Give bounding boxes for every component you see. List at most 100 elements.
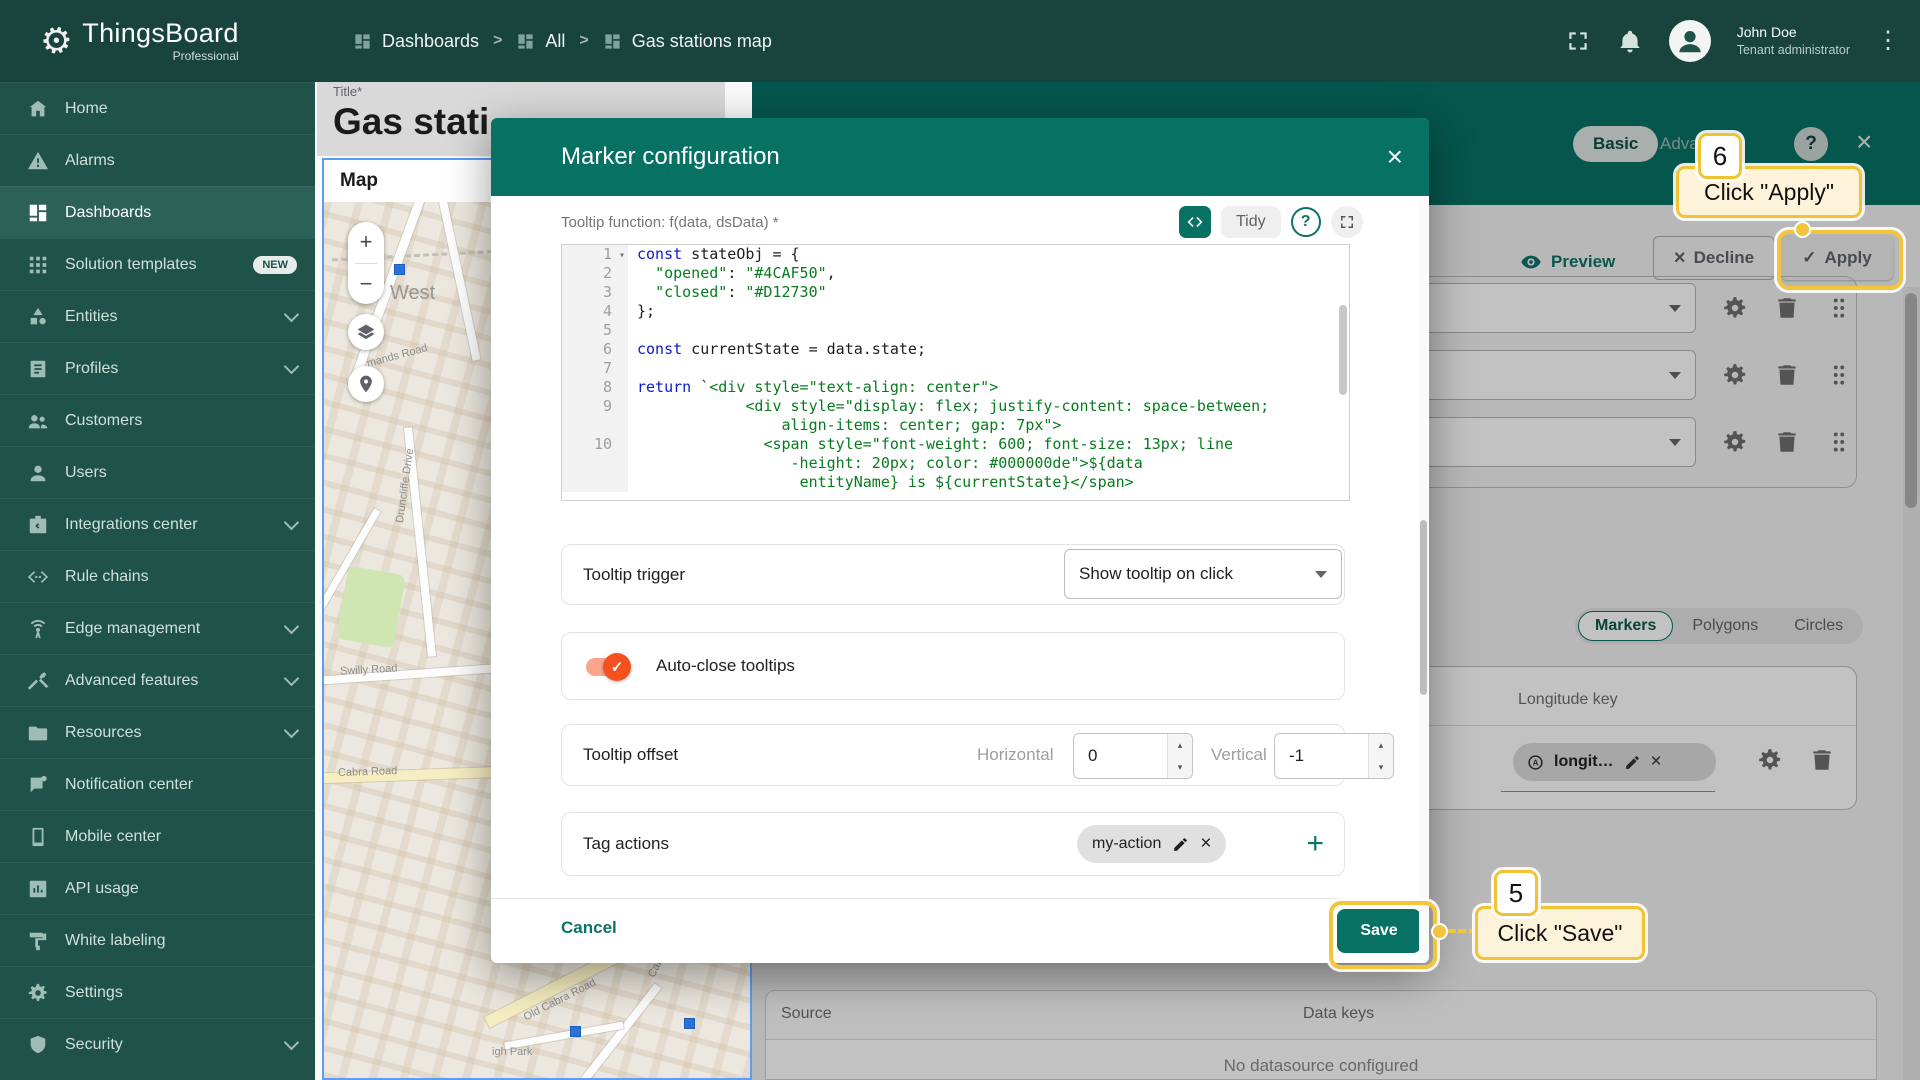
code-lines: 1▾ const stateObj = { 2 "opened": "#4CAF… bbox=[562, 245, 1349, 492]
tooltip-trigger-label: Tooltip trigger bbox=[583, 565, 685, 585]
dialog-header: Marker configuration × bbox=[491, 118, 1429, 196]
horizontal-offset-input[interactable]: 0 ▴▾ bbox=[1073, 733, 1193, 779]
user-role: Tenant administrator bbox=[1737, 42, 1850, 59]
sidebar-item-security[interactable]: Security bbox=[0, 1018, 315, 1070]
breadcrumb-gas-stations-map[interactable]: Gas stations map bbox=[603, 31, 772, 52]
fullscreen-icon[interactable] bbox=[1565, 28, 1591, 54]
code-line: 10 <span style="font-weight: 600; font-s… bbox=[562, 435, 1349, 454]
code-line: 3 "closed": "#D12730" bbox=[562, 283, 1349, 302]
tools-icon bbox=[27, 670, 49, 692]
dash-icon bbox=[27, 202, 49, 224]
sidebar-item-integrations-center[interactable]: Integrations center bbox=[0, 498, 315, 550]
tooltip-offset-label: Tooltip offset bbox=[583, 745, 678, 765]
dialog-scrollbar[interactable] bbox=[1419, 200, 1428, 960]
code-line: 4 }; bbox=[562, 302, 1349, 321]
annotation-dot bbox=[1431, 923, 1448, 940]
breadcrumb-dashboards[interactable]: Dashboards bbox=[353, 31, 479, 52]
map-layers-button[interactable] bbox=[348, 314, 384, 350]
tag-action-chip[interactable]: my-action × bbox=[1077, 825, 1226, 863]
stepper-up-icon[interactable]: ▴ bbox=[1369, 734, 1393, 756]
sidebar-item-customers[interactable]: Customers bbox=[0, 394, 315, 446]
sidebar-item-api-usage[interactable]: API usage bbox=[0, 862, 315, 914]
editor-scrollbar[interactable] bbox=[1339, 305, 1347, 395]
map-marker[interactable] bbox=[394, 264, 405, 275]
map-marker[interactable] bbox=[570, 1026, 581, 1037]
sidebar-item-dashboards[interactable]: Dashboards bbox=[0, 186, 315, 238]
auto-close-toggle[interactable]: ✓ bbox=[586, 658, 628, 676]
chevron-down-icon bbox=[1315, 571, 1327, 578]
users-icon bbox=[27, 462, 49, 484]
entities-icon bbox=[27, 306, 49, 328]
sidebar-item-entities[interactable]: Entities bbox=[0, 290, 315, 342]
editor-fullscreen-icon[interactable] bbox=[1331, 206, 1363, 238]
mobile-icon bbox=[27, 826, 49, 848]
zoom-in-button[interactable]: + bbox=[348, 222, 384, 263]
rules-icon bbox=[27, 566, 49, 588]
code-line: 7 bbox=[562, 359, 1349, 378]
map-pin-button[interactable] bbox=[348, 366, 384, 402]
sidebar-nav: Home Alarms Dashboards Solution template… bbox=[0, 82, 315, 1070]
logo-gear-icon: ⚙ bbox=[35, 17, 76, 66]
edge-icon bbox=[27, 618, 49, 640]
vertical-offset-input[interactable]: -1 ▴▾ bbox=[1274, 733, 1394, 779]
code-brackets-icon[interactable] bbox=[1179, 206, 1211, 238]
breadcrumb-all[interactable]: All bbox=[516, 31, 565, 52]
annotation-dot bbox=[1794, 221, 1811, 238]
sidebar-item-rule-chains[interactable]: Rule chains bbox=[0, 550, 315, 602]
sidebar-item-profiles[interactable]: Profiles bbox=[0, 342, 315, 394]
notif-icon bbox=[27, 774, 49, 796]
notifications-bell-icon[interactable] bbox=[1617, 28, 1643, 54]
horizontal-label: Horizontal bbox=[977, 745, 1054, 765]
step-number-badge: 5 bbox=[1494, 870, 1538, 916]
map-zoom-control: + − bbox=[348, 222, 384, 304]
dialog-close-icon[interactable]: × bbox=[1387, 141, 1403, 173]
sidebar-item-resources[interactable]: Resources bbox=[0, 706, 315, 758]
sidebar-item-home[interactable]: Home bbox=[0, 82, 315, 134]
step-number-badge: 6 bbox=[1698, 133, 1742, 179]
sidebar-item-settings[interactable]: Settings bbox=[0, 966, 315, 1018]
chevron-down-icon bbox=[284, 1035, 300, 1051]
avatar[interactable] bbox=[1669, 20, 1711, 62]
vertical-label: Vertical bbox=[1211, 745, 1267, 765]
cancel-button[interactable]: Cancel bbox=[561, 918, 617, 938]
sidebar-item-mobile-center[interactable]: Mobile center bbox=[0, 810, 315, 862]
apply-highlight-ring bbox=[1777, 230, 1903, 290]
app-logo[interactable]: ⚙ ThingsBoard Professional bbox=[0, 0, 315, 82]
folder-icon bbox=[27, 722, 49, 744]
dashboards-icon bbox=[353, 32, 372, 51]
edit-pencil-icon[interactable] bbox=[1172, 836, 1189, 853]
sidebar-item-white-labeling[interactable]: White labeling bbox=[0, 914, 315, 966]
sidebar-item-advanced-features[interactable]: Advanced features bbox=[0, 654, 315, 706]
check-icon: ✓ bbox=[611, 658, 624, 676]
save-highlight-ring bbox=[1329, 901, 1437, 969]
topbar: Dashboards> All> Gas stations map John D… bbox=[315, 0, 1920, 82]
app-name: ThingsBoard bbox=[82, 20, 238, 47]
tooltip-trigger-select[interactable]: Show tooltip on click bbox=[1064, 549, 1342, 599]
stepper-up-icon[interactable]: ▴ bbox=[1168, 734, 1192, 756]
gear-icon bbox=[27, 982, 49, 1004]
close-icon[interactable]: × bbox=[1200, 833, 1211, 855]
code-line: entityName} is ${currentState}</span> bbox=[562, 473, 1349, 492]
stepper-down-icon[interactable]: ▾ bbox=[1369, 756, 1393, 778]
code-line: 6 const currentState = data.state; bbox=[562, 340, 1349, 359]
sidebar-item-solution-templates[interactable]: Solution templates NEW bbox=[0, 238, 315, 290]
map-marker[interactable] bbox=[684, 1018, 695, 1029]
auto-close-row: ✓ Auto-close tooltips bbox=[561, 632, 1345, 700]
tidy-button[interactable]: Tidy bbox=[1221, 206, 1281, 238]
stepper-down-icon[interactable]: ▾ bbox=[1168, 756, 1192, 778]
sidebar-item-users[interactable]: Users bbox=[0, 446, 315, 498]
chevron-down-icon bbox=[284, 723, 300, 739]
editor-help-icon[interactable]: ? bbox=[1291, 207, 1321, 237]
title-field-label: Title* bbox=[333, 84, 725, 99]
code-line: align-items: center; gap: 7px"> bbox=[562, 416, 1349, 435]
more-menu-icon[interactable]: ⋮ bbox=[1876, 29, 1900, 53]
add-action-button[interactable]: + bbox=[1306, 829, 1324, 859]
sidebar-item-notification-center[interactable]: Notification center bbox=[0, 758, 315, 810]
zoom-out-button[interactable]: − bbox=[348, 264, 384, 305]
code-editor[interactable]: 1▾ const stateObj = { 2 "opened": "#4CAF… bbox=[561, 244, 1350, 501]
sidebar-item-alarms[interactable]: Alarms bbox=[0, 134, 315, 186]
marker-configuration-dialog: Marker configuration × Tooltip function:… bbox=[491, 118, 1429, 963]
alarm-icon bbox=[27, 150, 49, 172]
sidebar-item-edge-management[interactable]: Edge management bbox=[0, 602, 315, 654]
integr-icon bbox=[27, 514, 49, 536]
